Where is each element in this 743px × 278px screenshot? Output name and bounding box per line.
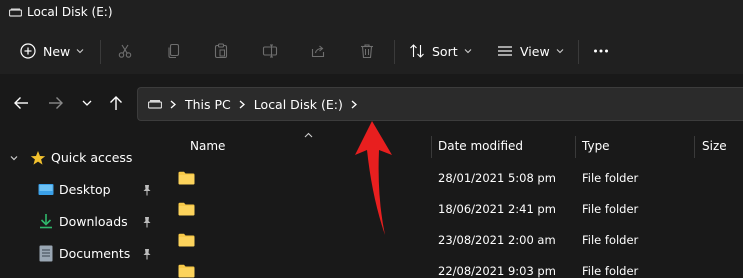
download-icon xyxy=(40,214,52,229)
sidebar-item-quick-access[interactable]: Quick access xyxy=(0,143,160,173)
chevron-down-icon xyxy=(76,49,84,54)
type-cell: File folder xyxy=(582,264,639,278)
star-icon xyxy=(30,151,46,165)
breadcrumb-chevron-icon[interactable] xyxy=(239,100,245,109)
arrow-right-icon xyxy=(49,97,63,109)
desktop-folder-icon xyxy=(38,184,54,195)
cut-button[interactable] xyxy=(117,34,133,68)
drive-icon xyxy=(9,8,22,17)
delete-button[interactable] xyxy=(359,34,375,68)
table-row[interactable]: 22/08/2021 9:03 pm File folder xyxy=(160,256,743,278)
pin-icon[interactable] xyxy=(142,248,152,260)
document-icon xyxy=(39,245,53,262)
type-cell: File folder xyxy=(582,202,639,216)
rename-button[interactable] xyxy=(262,34,278,68)
breadcrumb-this-pc[interactable]: This PC xyxy=(185,97,231,112)
forward-button[interactable] xyxy=(47,94,65,112)
breadcrumb-local-disk[interactable]: Local Disk (E:) xyxy=(254,97,343,112)
copy-icon xyxy=(168,43,180,59)
rename-icon xyxy=(262,44,278,58)
type-cell: File folder xyxy=(582,171,639,185)
view-label: View xyxy=(520,43,550,59)
share-icon xyxy=(311,45,325,58)
sidebar-item-documents[interactable]: Documents xyxy=(0,239,160,269)
date-modified-cell: 23/08/2021 2:00 am xyxy=(438,233,556,247)
scissors-icon xyxy=(118,44,132,58)
up-button[interactable] xyxy=(107,94,125,112)
clipboard-icon xyxy=(214,43,228,59)
more-icon xyxy=(594,49,608,53)
folder-icon xyxy=(178,264,195,278)
column-divider[interactable] xyxy=(431,136,432,158)
more-options-button[interactable] xyxy=(593,34,609,68)
column-header-label: Type xyxy=(582,139,610,153)
navigation-pane: Quick access Desktop Downloads Documents xyxy=(0,132,160,278)
sidebar-item-label: Quick access xyxy=(51,150,133,165)
sort-ascending-icon xyxy=(304,132,313,138)
command-bar: New Sort View xyxy=(0,28,743,74)
new-button[interactable]: New xyxy=(20,34,84,68)
sidebar-item-label: Desktop xyxy=(59,182,111,197)
table-row[interactable]: 28/01/2021 5:08 pm File folder xyxy=(160,163,743,194)
type-cell: File folder xyxy=(582,233,639,247)
folder-icon xyxy=(178,171,195,185)
paste-button[interactable] xyxy=(213,34,229,68)
new-label: New xyxy=(43,43,71,59)
back-button[interactable] xyxy=(12,94,30,112)
sort-button[interactable]: Sort xyxy=(409,34,472,68)
column-divider[interactable] xyxy=(694,136,695,158)
sort-icon xyxy=(410,44,424,58)
sidebar-item-label: Downloads xyxy=(59,214,128,229)
column-header-label: Date modified xyxy=(438,139,524,153)
sidebar-item-desktop[interactable]: Desktop xyxy=(0,175,160,205)
title-bar: Local Disk (E:) xyxy=(0,0,743,28)
toolbar-separator xyxy=(100,40,101,64)
chevron-down-icon xyxy=(464,49,472,54)
column-header-size[interactable]: Size xyxy=(702,132,727,160)
breadcrumb-chevron-icon[interactable] xyxy=(351,100,357,109)
sidebar-item-downloads[interactable]: Downloads xyxy=(0,207,160,237)
column-header-label: Size xyxy=(702,139,727,153)
chevron-down-icon xyxy=(82,100,92,106)
arrow-up-icon xyxy=(110,96,122,110)
add-icon xyxy=(20,43,36,59)
view-button[interactable]: View xyxy=(497,34,564,68)
toolbar-separator xyxy=(394,40,395,64)
view-list-icon xyxy=(498,46,512,56)
toolbar-separator xyxy=(578,40,579,64)
annotation-arrow-icon xyxy=(355,121,392,235)
column-header-label: Name xyxy=(190,139,226,153)
share-button[interactable] xyxy=(310,34,326,68)
date-modified-cell: 22/08/2021 9:03 pm xyxy=(438,264,556,278)
arrow-left-icon xyxy=(14,97,28,109)
file-list: Name Date modified Type Size 28/01/2021 … xyxy=(160,132,743,278)
column-divider[interactable] xyxy=(575,136,576,158)
pin-icon[interactable] xyxy=(142,216,152,228)
column-header-type[interactable]: Type xyxy=(582,132,610,160)
address-bar[interactable]: This PC Local Disk (E:) xyxy=(137,87,743,121)
trash-icon xyxy=(361,44,373,59)
chevron-down-icon[interactable] xyxy=(10,154,18,162)
date-modified-cell: 28/01/2021 5:08 pm xyxy=(438,171,556,185)
sidebar-item-label: Documents xyxy=(59,246,131,261)
window-title: Local Disk (E:) xyxy=(27,5,113,19)
column-header-date-modified[interactable]: Date modified xyxy=(438,132,523,160)
copy-button[interactable] xyxy=(166,34,182,68)
table-row[interactable]: 23/08/2021 2:00 am File folder xyxy=(160,225,743,256)
breadcrumb-chevron-icon[interactable] xyxy=(170,100,176,109)
chevron-down-icon xyxy=(556,49,564,54)
sort-label: Sort xyxy=(432,43,458,59)
table-row[interactable]: 18/06/2021 2:41 pm File folder xyxy=(160,194,743,225)
folder-icon xyxy=(178,202,195,216)
recent-locations-button[interactable] xyxy=(78,94,96,112)
column-header-name[interactable]: Name xyxy=(190,132,225,160)
pin-icon[interactable] xyxy=(142,184,152,196)
date-modified-cell: 18/06/2021 2:41 pm xyxy=(438,202,556,216)
drive-icon xyxy=(148,100,162,109)
folder-icon xyxy=(178,233,195,247)
